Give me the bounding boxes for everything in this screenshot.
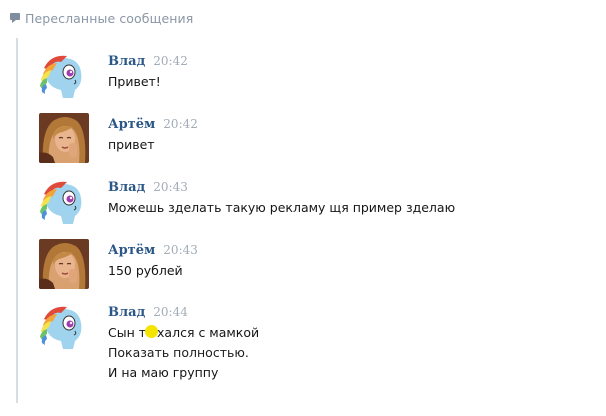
message-text-part: хался с мамкой [157, 325, 260, 340]
message-time[interactable]: 20:43 [163, 243, 198, 257]
girl-photo-avatar[interactable] [39, 113, 89, 163]
author-name[interactable]: Артём [108, 243, 155, 258]
author-name[interactable]: Артём [108, 117, 155, 132]
message-time[interactable]: 20:42 [153, 54, 188, 68]
thread-line [16, 38, 18, 403]
show-full-link[interactable]: Показать полностью. [108, 343, 259, 363]
message-text: 150 рублей [108, 263, 183, 278]
message-text: И на маю группу [108, 365, 219, 380]
author-name[interactable]: Влад [108, 180, 145, 195]
message-text: Привет! [108, 74, 161, 89]
message-time[interactable]: 20:44 [153, 305, 188, 319]
message-text-part: Сын т [108, 325, 147, 340]
message-text: Сын т хался с мамкой [108, 323, 259, 343]
forwarded-thread: Влад 20:42 Привет! Артём 20:42 привет Вл… [0, 0, 606, 416]
pony-avatar[interactable] [39, 301, 89, 351]
author-name[interactable]: Влад [108, 54, 145, 69]
message-time[interactable]: 20:42 [163, 117, 198, 131]
girl-photo-avatar[interactable] [39, 239, 89, 289]
message-text: привет [108, 137, 155, 152]
pony-avatar[interactable] [39, 50, 89, 100]
pony-avatar[interactable] [39, 176, 89, 226]
message-time[interactable]: 20:43 [153, 180, 188, 194]
author-name[interactable]: Влад [108, 305, 145, 320]
message-text: Можешь зделать такую рекламу щя пример з… [108, 200, 456, 215]
